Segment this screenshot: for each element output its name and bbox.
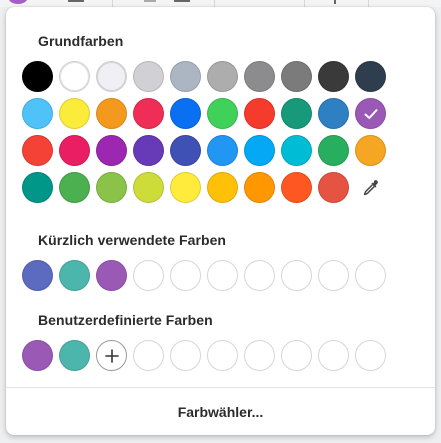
avatar (8, 0, 28, 4)
recent-color-swatch[interactable] (96, 260, 127, 291)
recent-color-swatch[interactable] (22, 260, 53, 291)
color-swatch[interactable] (244, 61, 275, 92)
color-swatch[interactable] (59, 61, 90, 92)
custom-colors-title: Benutzerdefinierte Farben (38, 312, 213, 328)
color-swatch[interactable] (355, 135, 386, 166)
color-swatch[interactable] (207, 172, 238, 203)
color-swatch[interactable] (22, 172, 53, 203)
toolbar-separator (112, 0, 113, 7)
color-swatch[interactable] (133, 98, 164, 129)
color-swatch[interactable] (59, 98, 90, 129)
basic-colors-title: Grundfarben (38, 33, 124, 49)
color-swatch[interactable] (318, 172, 349, 203)
color-swatch[interactable] (133, 172, 164, 203)
custom-color-swatch[interactable] (59, 340, 90, 371)
color-swatch[interactable] (170, 172, 201, 203)
color-swatch-selected[interactable] (355, 98, 386, 129)
color-swatch[interactable] (318, 135, 349, 166)
empty-color-slot (281, 340, 312, 371)
color-swatch[interactable] (96, 98, 127, 129)
checkmark-icon (355, 98, 386, 129)
plus-icon (104, 348, 119, 363)
color-swatch[interactable] (281, 172, 312, 203)
color-picker-popover: Grundfarben Kürzlich verwendete Farben B… (6, 7, 435, 435)
color-swatch[interactable] (281, 61, 312, 92)
empty-color-slot (355, 340, 386, 371)
toolbar-remnant (0, 0, 441, 7)
toolbar-separator (368, 0, 369, 7)
color-swatch[interactable] (22, 61, 53, 92)
color-swatch[interactable] (59, 172, 90, 203)
toolbar-icon (334, 0, 336, 4)
recent-colors-title: Kürzlich verwendete Farben (38, 232, 227, 248)
empty-color-slot (207, 260, 238, 291)
color-swatch[interactable] (355, 61, 386, 92)
color-swatch[interactable] (22, 135, 53, 166)
eyedropper-icon[interactable] (355, 172, 386, 203)
color-swatch[interactable] (170, 135, 201, 166)
color-swatch[interactable] (133, 135, 164, 166)
color-swatch[interactable] (59, 135, 90, 166)
empty-color-slot (133, 340, 164, 371)
color-swatch[interactable] (207, 98, 238, 129)
empty-color-slot (133, 260, 164, 291)
empty-color-slot (170, 340, 201, 371)
empty-color-slot (318, 260, 349, 291)
color-swatch[interactable] (22, 98, 53, 129)
empty-color-slot (318, 340, 349, 371)
toolbar-separator (214, 0, 215, 7)
color-swatch[interactable] (170, 98, 201, 129)
toolbar-icon (174, 0, 190, 2)
color-swatch[interactable] (133, 61, 164, 92)
color-swatch[interactable] (244, 135, 275, 166)
empty-color-slot (170, 260, 201, 291)
color-swatch[interactable] (244, 98, 275, 129)
toolbar-icon (144, 0, 156, 2)
color-swatch[interactable] (244, 172, 275, 203)
color-swatch[interactable] (281, 98, 312, 129)
empty-color-slot (207, 340, 238, 371)
recent-color-swatch[interactable] (59, 260, 90, 291)
color-swatch[interactable] (170, 61, 201, 92)
color-swatch[interactable] (207, 135, 238, 166)
color-swatch[interactable] (318, 98, 349, 129)
color-swatch[interactable] (96, 172, 127, 203)
toolbar-icon (68, 0, 84, 2)
color-swatch[interactable] (96, 61, 127, 92)
color-swatch[interactable] (281, 135, 312, 166)
add-custom-color-button[interactable] (96, 340, 127, 371)
color-chooser-button[interactable]: Farbwähler... (6, 388, 435, 435)
empty-color-slot (281, 260, 312, 291)
toolbar-separator (304, 0, 305, 7)
empty-color-slot (244, 340, 275, 371)
color-swatch[interactable] (96, 135, 127, 166)
empty-color-slot (355, 260, 386, 291)
custom-color-swatch[interactable] (22, 340, 53, 371)
color-swatch[interactable] (207, 61, 238, 92)
color-swatch[interactable] (318, 61, 349, 92)
empty-color-slot (244, 260, 275, 291)
